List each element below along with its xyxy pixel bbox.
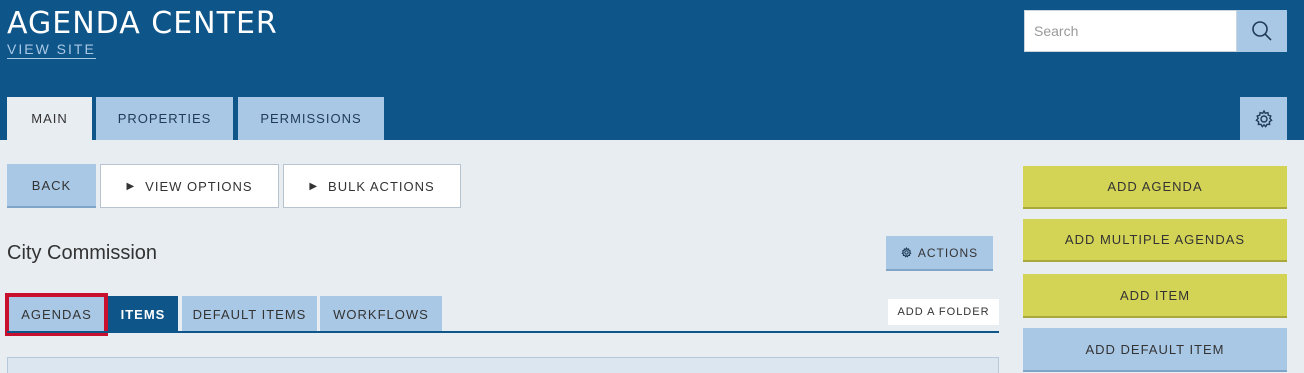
search-icon <box>1252 21 1272 41</box>
search-input[interactable] <box>1024 10 1237 52</box>
subtab-default-items[interactable]: DEFAULT ITEMS <box>182 296 317 332</box>
gear-icon <box>1254 109 1273 128</box>
content-panel <box>7 357 999 373</box>
add-folder-button[interactable]: ADD A FOLDER <box>888 299 999 325</box>
page-title: AGENDA CENTER <box>7 6 278 41</box>
triangle-right-icon: ▶ <box>126 180 136 192</box>
add-default-item-button[interactable]: ADD DEFAULT ITEM <box>1023 328 1287 372</box>
tab-divider <box>7 331 999 333</box>
view-site-link[interactable]: VIEW SITE <box>7 41 96 59</box>
triangle-right-icon: ▶ <box>309 180 319 192</box>
subtab-workflows[interactable]: WORKFLOWS <box>320 296 442 332</box>
back-button[interactable]: BACK <box>7 164 96 208</box>
subtab-items[interactable]: ITEMS <box>108 296 178 332</box>
view-options-button[interactable]: ▶ VIEW OPTIONS <box>100 164 279 208</box>
section-title: City Commission <box>7 242 158 264</box>
tab-permissions[interactable]: PERMISSIONS <box>238 97 384 140</box>
gear-icon <box>901 247 912 258</box>
settings-button[interactable] <box>1240 97 1287 140</box>
actions-label: ACTIONS <box>917 245 979 260</box>
bulk-actions-button[interactable]: ▶ BULK ACTIONS <box>283 164 461 208</box>
add-agenda-button[interactable]: ADD AGENDA <box>1023 166 1287 209</box>
tab-properties[interactable]: PROPERTIES <box>96 97 233 140</box>
add-multiple-agendas-button[interactable]: ADD MULTIPLE AGENDAS <box>1023 219 1287 262</box>
search-button[interactable] <box>1237 10 1287 52</box>
subtab-agendas[interactable]: AGENDAS <box>9 296 104 332</box>
tab-main[interactable]: MAIN <box>7 97 92 140</box>
view-options-label: VIEW OPTIONS <box>145 178 253 194</box>
bulk-actions-label: BULK ACTIONS <box>328 178 435 194</box>
add-item-button[interactable]: ADD ITEM <box>1023 274 1287 318</box>
header-bar: AGENDA CENTER VIEW SITE MAIN PROPERTIES … <box>0 0 1304 140</box>
actions-button[interactable]: ACTIONS <box>886 236 993 271</box>
